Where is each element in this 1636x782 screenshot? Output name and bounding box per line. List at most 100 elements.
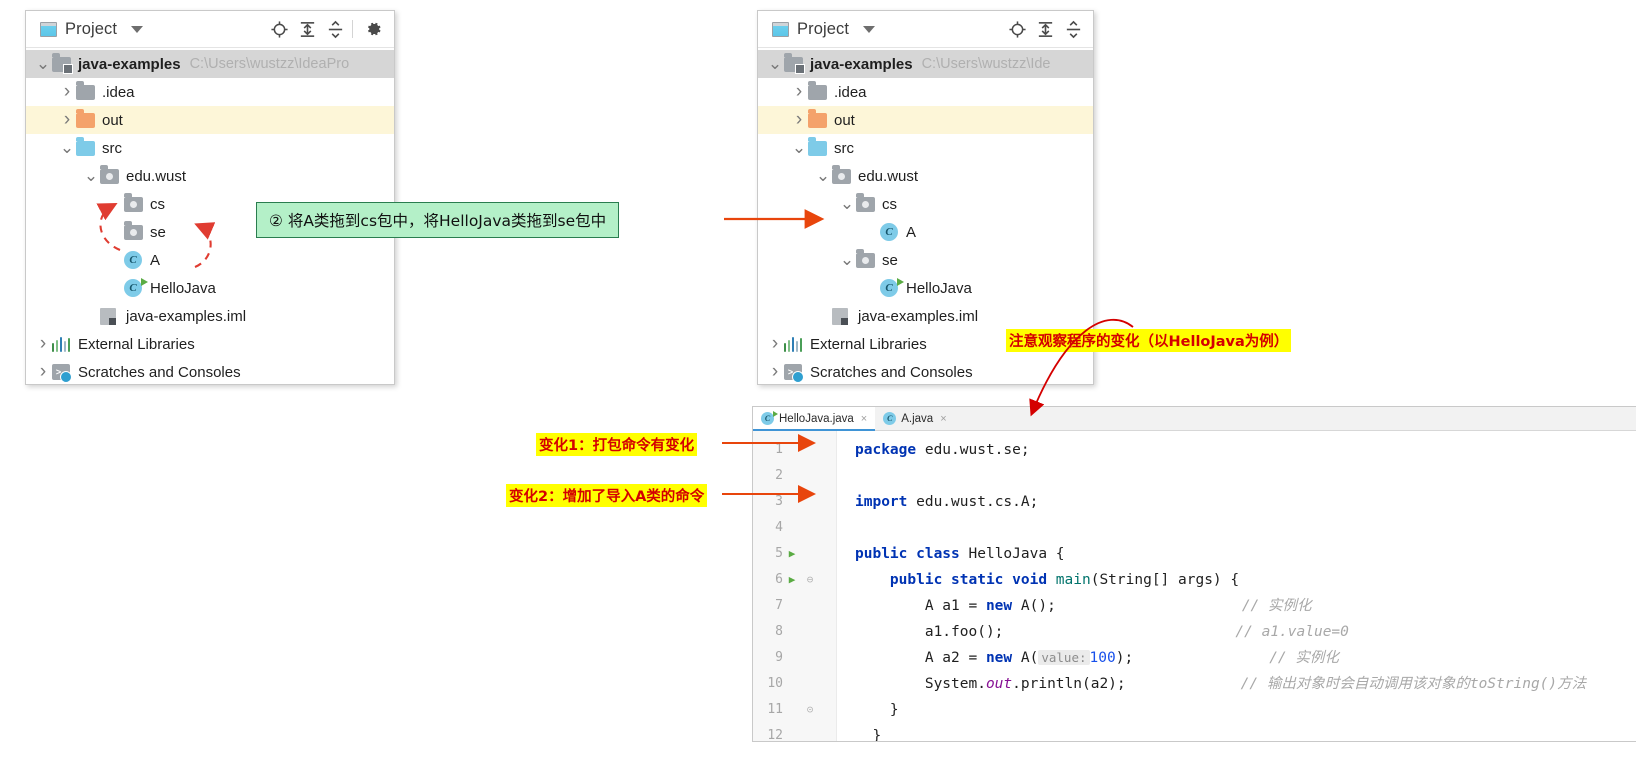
project-window-icon bbox=[40, 21, 57, 37]
chevron-right-icon[interactable]: › bbox=[790, 109, 808, 131]
keyword-new: new bbox=[985, 598, 1013, 614]
expand-all-icon[interactable] bbox=[295, 17, 319, 41]
close-icon[interactable]: × bbox=[861, 413, 867, 425]
code-content[interactable]: package edu.wust.se; import edu.wust.cs.… bbox=[837, 431, 1636, 741]
gear-icon[interactable] bbox=[362, 17, 386, 41]
comment-line-7: // 实例化 bbox=[1241, 598, 1312, 614]
literal-100: 100 bbox=[1089, 650, 1116, 666]
chevron-down-icon[interactable]: ⌄ bbox=[58, 139, 76, 156]
tree-row-label: A bbox=[150, 251, 161, 269]
collapse-all-icon[interactable] bbox=[1061, 17, 1085, 41]
editor-tab-a-java[interactable]: C A.java × bbox=[875, 407, 955, 430]
run-gutter-icon[interactable]: ▶ bbox=[783, 567, 801, 593]
scratches-icon: >_ bbox=[784, 364, 804, 383]
chevron-right-icon[interactable]: › bbox=[58, 109, 76, 131]
chevron-down-icon[interactable] bbox=[863, 25, 876, 33]
tree-row-external-libraries[interactable]: › External Libraries bbox=[26, 330, 394, 358]
chevron-down-icon[interactable]: ⌄ bbox=[838, 195, 856, 212]
comment-line-10: // 输出对象时会自动调用该对象的toString()方法 bbox=[1240, 676, 1587, 692]
tree-row-label: cs bbox=[882, 195, 897, 213]
chevron-down-icon[interactable]: ⌄ bbox=[790, 139, 808, 156]
locate-target-icon[interactable] bbox=[267, 17, 291, 41]
tree-row-label: Scratches and Consoles bbox=[78, 363, 241, 381]
keyword-new: new bbox=[985, 650, 1013, 666]
tree-row-cs[interactable]: ⌄ cs bbox=[758, 190, 1093, 218]
tree-row-java-examples[interactable]: ⌄ java-examples C:\Users\wustzz\IdeaPro bbox=[26, 50, 394, 78]
chevron-right-icon[interactable]: › bbox=[34, 333, 52, 355]
tree-row-scratches-and-consoles[interactable]: › >_ Scratches and Consoles bbox=[758, 358, 1093, 384]
tree-row-label: src bbox=[834, 139, 854, 157]
fold-toggle-icon[interactable]: ⊝ bbox=[801, 697, 819, 723]
line-number: 2 bbox=[775, 468, 783, 483]
decl-a1: A a1 = bbox=[855, 598, 986, 614]
chevron-right-icon[interactable]: › bbox=[34, 361, 52, 383]
expand-all-icon[interactable] bbox=[1033, 17, 1057, 41]
package-icon bbox=[856, 193, 876, 213]
ctor-a2-close: ); bbox=[1115, 650, 1134, 666]
tree-row-hellojava[interactable]: ·CHelloJava bbox=[26, 274, 394, 302]
tree-row--idea[interactable]: › .idea bbox=[758, 78, 1093, 106]
code-line-5: public class HelloJava { bbox=[855, 541, 1636, 567]
fold-toggle-icon[interactable]: ⊖ bbox=[801, 567, 819, 593]
tree-row-edu-wust[interactable]: ⌄ edu.wust bbox=[26, 162, 394, 190]
tree-row-java-examples-iml[interactable]: · java-examples.iml bbox=[758, 302, 1093, 330]
editor-tab-bar: C HelloJava.java × C A.java × bbox=[753, 407, 1636, 431]
tree-row--idea[interactable]: › .idea bbox=[26, 78, 394, 106]
package-icon bbox=[100, 165, 120, 185]
code-area: 1 2 3 4 5 ▶ 6 ▶ ⊖ 7 8 9 10 11 ⊝ 12 package edu.wust.se;… bbox=[753, 431, 1636, 741]
java-class-icon: C bbox=[883, 412, 897, 425]
locate-target-icon[interactable] bbox=[1005, 17, 1029, 41]
line-number: 1 bbox=[775, 442, 783, 457]
code-line-10: System.out.println(a2); // 输出对象时会自动调用该对象的… bbox=[855, 671, 1636, 697]
tree-row-a[interactable]: ·CA bbox=[26, 246, 394, 274]
java-class-runnable-icon: C bbox=[880, 278, 904, 297]
grey-folder-icon bbox=[808, 81, 828, 101]
orange-folder-icon bbox=[76, 109, 96, 129]
gutter-line: 2 bbox=[753, 463, 836, 489]
package-icon bbox=[124, 221, 144, 241]
tree-row-java-examples[interactable]: ⌄ java-examples C:\Users\wustzz\Ide bbox=[758, 50, 1093, 78]
tree-indent-spacer: · bbox=[862, 224, 880, 240]
tree-row-path-hint: C:\Users\wustzz\Ide bbox=[921, 56, 1051, 72]
tree-row-src[interactable]: ⌄ src bbox=[758, 134, 1093, 162]
tree-row-scratches-and-consoles[interactable]: › >_ Scratches and Consoles bbox=[26, 358, 394, 384]
tree-row-se[interactable]: ⌄ se bbox=[758, 246, 1093, 274]
annotation-change-2: 变化2：增加了导入A类的命令 bbox=[506, 484, 708, 507]
chevron-right-icon[interactable]: › bbox=[790, 81, 808, 103]
chevron-right-icon[interactable]: › bbox=[58, 81, 76, 103]
call-a1-foo: a1.foo(); bbox=[855, 624, 1004, 640]
chevron-down-icon[interactable]: ⌄ bbox=[34, 55, 52, 72]
tree-row-out[interactable]: › out bbox=[758, 106, 1093, 134]
class-name-hellojava: HelloJava { bbox=[968, 546, 1065, 562]
tree-row-label: External Libraries bbox=[78, 335, 195, 353]
chevron-down-icon[interactable]: ⌄ bbox=[766, 55, 784, 72]
java-class-icon: C bbox=[124, 251, 144, 269]
run-gutter-icon[interactable]: ▶ bbox=[783, 541, 801, 567]
keyword-public-class: public class bbox=[855, 546, 969, 562]
collapse-all-icon[interactable] bbox=[323, 17, 347, 41]
package-icon bbox=[124, 193, 144, 213]
scratches-icon: >_ bbox=[52, 364, 72, 383]
chevron-right-icon[interactable]: › bbox=[766, 361, 784, 383]
tree-row-out[interactable]: › out bbox=[26, 106, 394, 134]
tree-row-src[interactable]: ⌄ src bbox=[26, 134, 394, 162]
line-number-gutter: 1 2 3 4 5 ▶ 6 ▶ ⊖ 7 8 9 10 11 ⊝ 12 bbox=[753, 431, 837, 741]
tree-indent-spacer: · bbox=[106, 224, 124, 240]
chevron-down-icon[interactable]: ⌄ bbox=[838, 251, 856, 268]
tree-row-hellojava[interactable]: ·CHelloJava bbox=[758, 274, 1093, 302]
editor-tab-hellojava-java[interactable]: C HelloJava.java × bbox=[753, 407, 876, 431]
tree-row-edu-wust[interactable]: ⌄ edu.wust bbox=[758, 162, 1093, 190]
comment-line-9: // 实例化 bbox=[1269, 650, 1339, 666]
chevron-down-icon[interactable] bbox=[131, 25, 144, 33]
iml-file-icon bbox=[832, 307, 852, 325]
tree-row-label: A bbox=[906, 223, 917, 241]
chevron-right-icon[interactable]: › bbox=[766, 333, 784, 355]
tree-row-a[interactable]: ·CA bbox=[758, 218, 1093, 246]
tree-indent-spacer: · bbox=[862, 280, 880, 296]
close-icon[interactable]: × bbox=[940, 413, 946, 425]
tree-row-java-examples-iml[interactable]: · java-examples.iml bbox=[26, 302, 394, 330]
chevron-down-icon[interactable]: ⌄ bbox=[82, 167, 100, 184]
tree-row-label: .idea bbox=[834, 83, 867, 101]
chevron-down-icon[interactable]: ⌄ bbox=[814, 167, 832, 184]
gutter-line: 1 bbox=[753, 437, 836, 463]
